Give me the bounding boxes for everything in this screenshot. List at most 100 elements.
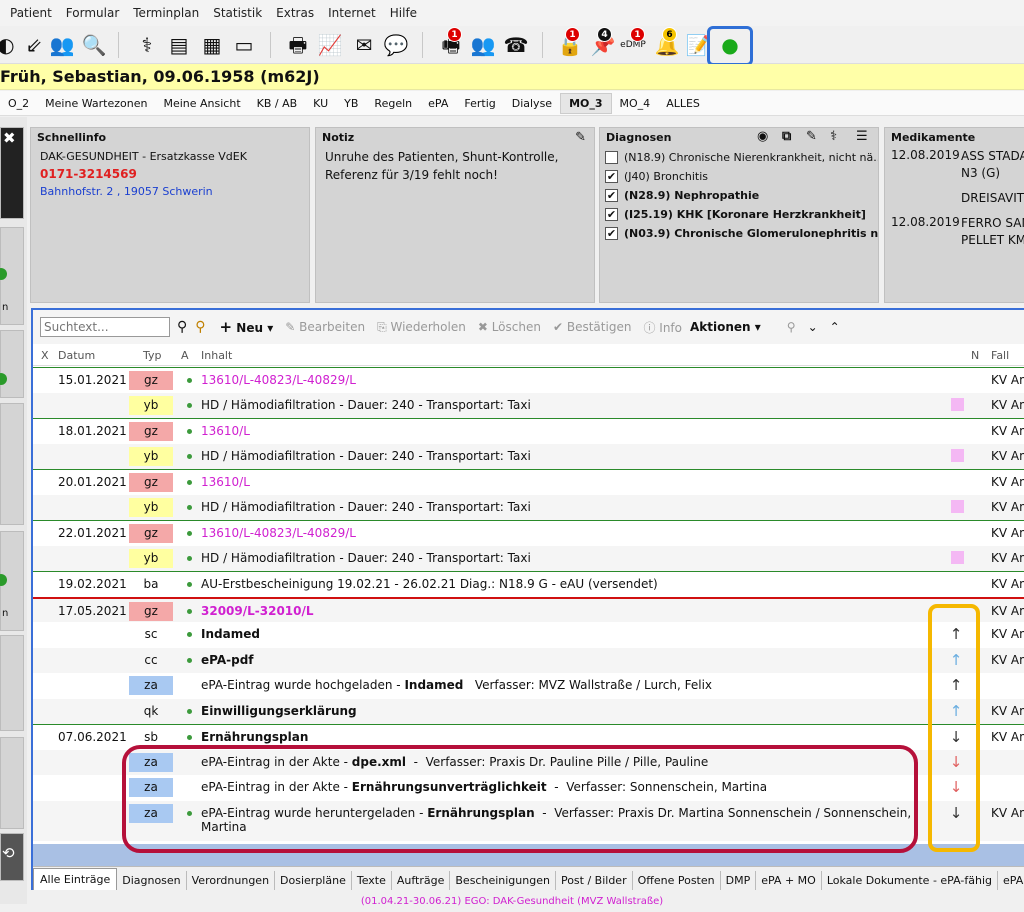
print-icon[interactable]: 🖶: [284, 31, 312, 59]
table-row[interactable]: 22.01.2021gz 13610/L-40823/L-40829/L KV Am: [33, 520, 1024, 546]
tab-item[interactable]: Bescheinigungen: [450, 871, 556, 890]
phone-icon[interactable]: ☎: [502, 31, 530, 59]
checkbox[interactable]: ✔: [605, 189, 618, 202]
menu-item[interactable]: Terminplan: [126, 6, 206, 20]
table-row[interactable]: yb HD / Hämodiafiltration - Dauer: 240 - …: [33, 443, 1024, 469]
table-row[interactable]: scIndamed↑KV Am: [33, 622, 1024, 648]
menu-icon[interactable]: ☰: [856, 129, 868, 144]
repeat-button[interactable]: ⎘ Wiederholen: [377, 320, 466, 335]
edit-button[interactable]: ✎ Bearbeiten: [285, 320, 365, 334]
card-icon[interactable]: ▤: [165, 31, 193, 59]
search-icon[interactable]: ⚲: [177, 319, 187, 335]
tab-item[interactable]: Dosierpläne: [275, 871, 352, 890]
medication-item[interactable]: 12.08.2019 FERRO SAN PELLET KM: [885, 215, 1024, 249]
info-button[interactable]: ⓘ Info: [643, 319, 682, 336]
table-row[interactable]: 15.01.2021gz 13610/L-40823/L-40829/L KV Am: [33, 367, 1024, 393]
view-tab[interactable]: MO_3: [560, 92, 612, 114]
confirm-button[interactable]: ✔ Bestätigen: [553, 320, 631, 334]
view-tab[interactable]: Meine Wartezonen: [37, 97, 155, 110]
col-a[interactable]: A: [181, 349, 189, 362]
actions-dropdown[interactable]: Aktionen ▾: [690, 320, 761, 334]
tab-item[interactable]: Diagnosen: [117, 871, 187, 890]
menu-item[interactable]: Formular: [59, 6, 126, 20]
diagnosis-item[interactable]: (N18.9) Chronische Nierenkrankheit, nich…: [600, 148, 878, 167]
tab-item[interactable]: Lokale Dokumente - ePA-fähig: [822, 871, 998, 890]
table-row[interactable]: yb HD / Hämodiafiltration - Dauer: 240 - …: [33, 494, 1024, 520]
menu-item[interactable]: Patient: [3, 6, 59, 20]
close-icon[interactable]: ✖: [3, 129, 16, 147]
sidebar-panel[interactable]: [0, 635, 24, 731]
diagnosis-item[interactable]: ✔ (N28.9) Nephropathie: [600, 186, 878, 205]
table-row[interactable]: 20.01.2021gz 13610/L KV Am: [33, 469, 1024, 495]
stethoscope-icon[interactable]: ⚕: [133, 31, 161, 59]
windows-icon[interactable]: ⧉: [782, 129, 791, 144]
view-tab[interactable]: KB / AB: [249, 97, 306, 110]
view-tab[interactable]: O_2: [0, 97, 37, 110]
stethoscope-icon[interactable]: ⚕: [830, 129, 837, 144]
view-tab[interactable]: Meine Ansicht: [155, 97, 248, 110]
checkbox[interactable]: ✔: [605, 208, 618, 221]
checkbox[interactable]: ✔: [605, 170, 618, 183]
filter-icon[interactable]: ⚲: [787, 320, 796, 334]
tab-item[interactable]: ePA + MO: [756, 871, 822, 890]
back-icon[interactable]: ◐: [0, 31, 20, 59]
col-datum[interactable]: Datum: [58, 349, 95, 362]
diagnosis-item[interactable]: ✔ (J40) Bronchitis: [600, 167, 878, 186]
menu-item[interactable]: Extras: [269, 6, 321, 20]
sidebar-panel[interactable]: [0, 737, 24, 829]
sidebar-panel[interactable]: n: [0, 227, 24, 325]
delete-button[interactable]: ✖ Löschen: [478, 320, 541, 334]
edit-icon[interactable]: ✎: [575, 130, 586, 145]
tab-item[interactable]: Verordnungen: [187, 871, 276, 890]
menu-item[interactable]: Internet: [321, 6, 383, 20]
table-row[interactable]: za ePA-Eintrag wurde hochgeladen - Indame…: [33, 673, 1024, 699]
sidebar-panel[interactable]: [0, 330, 24, 398]
col-inhalt[interactable]: Inhalt: [201, 349, 232, 362]
diagnosis-item[interactable]: ✔ (I25.19) KHK [Koronare Herzkrankheit]: [600, 205, 878, 224]
sidebar-panel[interactable]: [0, 403, 24, 525]
persons-icon[interactable]: 👥: [469, 31, 497, 59]
edit-icon[interactable]: ✎: [806, 129, 817, 144]
view-tab[interactable]: Dialyse: [504, 97, 560, 110]
person-search-icon[interactable]: ⚲: [195, 319, 205, 335]
view-tab[interactable]: Regeln: [366, 97, 420, 110]
sidebar-panel[interactable]: n: [0, 531, 24, 631]
table-row[interactable]: 17.05.2021gz 32009/L-32010/L KV Am: [33, 596, 1024, 622]
chart-icon[interactable]: 📈: [316, 31, 344, 59]
chat-icon[interactable]: 💬: [382, 31, 410, 59]
col-fall[interactable]: Fall: [991, 349, 1009, 362]
tab-item[interactable]: Post / Bilder: [556, 871, 633, 890]
col-x[interactable]: X: [41, 349, 49, 362]
table-row[interactable]: 19.02.2021 ba AU-Erstbescheinigung 19.02.2…: [33, 571, 1024, 597]
checkbox[interactable]: ✔: [605, 227, 618, 240]
view-tab[interactable]: ePA: [420, 97, 456, 110]
tab-item[interactable]: Aufträge: [392, 871, 451, 890]
diagnosis-item[interactable]: ✔ (N03.9) Chronische Glomerulonephritis n…: [600, 224, 878, 243]
view-tab[interactable]: MO_4: [612, 97, 659, 110]
chevron-up-icon[interactable]: ⌃: [830, 320, 840, 334]
tab-item[interactable]: Offene Posten: [633, 871, 721, 890]
table-row[interactable]: 18.01.2021gz 13610/L KV Am: [33, 418, 1024, 444]
table-row[interactable]: ccePA-pdf↑KV Am: [33, 647, 1024, 673]
blank-form-icon[interactable]: ▭: [230, 31, 258, 59]
menu-item[interactable]: Hilfe: [383, 6, 424, 20]
col-n[interactable]: N: [971, 349, 979, 362]
view-tab[interactable]: Fertig: [456, 97, 503, 110]
view-tab[interactable]: ALLES: [658, 97, 708, 110]
form-icon[interactable]: ▦: [198, 31, 226, 59]
table-row[interactable]: qkEinwilligungserklärung↑KV Am: [33, 698, 1024, 724]
tab-item[interactable]: ePA Dokum: [998, 871, 1024, 890]
view-tab[interactable]: YB: [336, 97, 366, 110]
chevron-down-icon[interactable]: ⌄: [808, 320, 818, 334]
address-text[interactable]: Bahnhofstr. 2 , 19057 Schwerin: [31, 183, 309, 200]
medication-item[interactable]: 12.08.2019 ASS STADA N3 (G): [885, 148, 1024, 182]
new-button[interactable]: + Neu ▾: [220, 318, 274, 336]
patients-icon[interactable]: 👥: [48, 31, 76, 59]
col-typ[interactable]: Typ: [143, 349, 162, 362]
sidebar-history-button[interactable]: ⟲: [0, 833, 24, 881]
search-input[interactable]: [40, 317, 170, 337]
checkbox[interactable]: [605, 151, 618, 164]
phone-number[interactable]: 0171-3214569: [31, 165, 309, 183]
search-patient-icon[interactable]: 🔍: [80, 31, 108, 59]
tab-item[interactable]: Texte: [352, 871, 392, 890]
